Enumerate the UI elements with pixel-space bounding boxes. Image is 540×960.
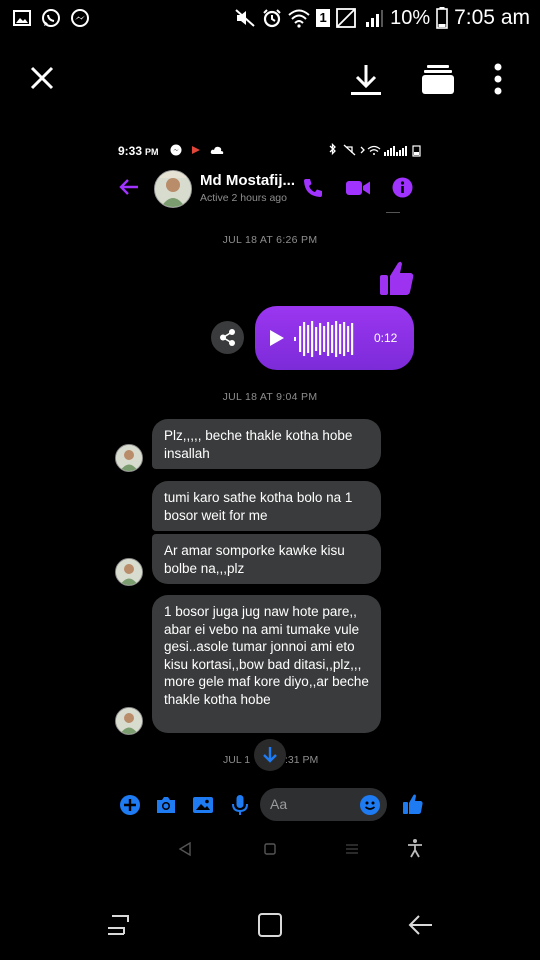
notification-icons [12, 8, 90, 28]
message-bubble[interactable]: Ar amar somporke kawke kisu bolbe na,,,p… [152, 534, 381, 584]
date-separator: JUL 18 AT 9:04 PM [222, 391, 318, 403]
status-right: 1 10% 7:05 am [234, 6, 530, 30]
cloud-icon [210, 146, 224, 154]
whatsapp-icon [42, 9, 60, 27]
contact-avatar[interactable] [154, 170, 192, 208]
arrow-down-icon [263, 747, 277, 763]
close-icon[interactable] [28, 64, 56, 92]
plus-icon[interactable] [119, 794, 141, 816]
camera-icon[interactable] [155, 794, 177, 816]
recent-apps-icon[interactable] [104, 911, 132, 939]
audio-waveform [294, 321, 354, 357]
sender-avatar [115, 444, 143, 472]
inner-back-icon [178, 841, 191, 857]
thumbs-up-icon[interactable] [402, 793, 424, 815]
message-bubble[interactable]: 1 bosor juga jug naw hote pare,, abar ei… [152, 595, 381, 733]
inner-menu-icon [346, 844, 358, 854]
emoji-icon[interactable] [360, 795, 380, 815]
share-icon [220, 329, 235, 346]
header-divider [386, 212, 400, 213]
back-arrow-icon[interactable] [118, 178, 140, 196]
phone-icon[interactable] [302, 177, 324, 199]
microphone-icon[interactable] [229, 794, 251, 816]
inner-status-bar: 9:33 PM [118, 140, 428, 162]
back-icon[interactable] [406, 911, 434, 939]
battery-percent: 10% [390, 6, 431, 29]
mute-icon [235, 9, 255, 27]
sender-avatar [115, 558, 143, 586]
thumbs-up-icon [380, 261, 414, 295]
messenger-icon [170, 144, 182, 156]
date-separator-right: :31 PM [285, 754, 319, 766]
system-navigation-bar [0, 890, 540, 960]
date-separator-left: JUL 1 [223, 754, 251, 766]
gallery-icon [13, 10, 31, 26]
message-bubble[interactable]: tumi karo sathe kotha bolo na 1 bosor we… [152, 481, 381, 531]
notif-count-badge: 1 [316, 9, 331, 27]
message-bubble[interactable]: Plz,,,,, beche thakle kotha hobe insalla… [152, 419, 381, 469]
clock: 7:05 am [454, 6, 530, 29]
battery-icon [436, 7, 448, 29]
voice-duration: 0:12 [374, 331, 398, 345]
app-notification-icon [192, 146, 200, 154]
accessibility-icon [408, 839, 422, 858]
inner-home-icon [264, 843, 276, 855]
video-call-icon[interactable] [345, 178, 371, 198]
messenger-icon [71, 9, 89, 27]
download-icon[interactable] [350, 63, 382, 97]
more-vertical-icon[interactable] [488, 62, 508, 96]
scroll-to-bottom-button[interactable] [254, 739, 286, 771]
contact-name[interactable]: Md Mostafij... [200, 172, 295, 189]
share-button[interactable] [211, 321, 244, 354]
message-input-placeholder: Aa [270, 796, 288, 812]
sender-avatar [115, 707, 143, 735]
stack-icon[interactable] [421, 63, 455, 95]
home-icon[interactable] [256, 911, 284, 939]
inner-status-icons [329, 143, 421, 157]
info-icon[interactable] [392, 177, 413, 198]
signal-icon [366, 10, 384, 27]
contact-status: Active 2 hours ago [200, 192, 287, 204]
play-icon[interactable] [270, 330, 284, 346]
status-bar: 1 10% 7:05 am [0, 0, 540, 38]
wifi-icon [288, 9, 310, 28]
no-signal-icon [336, 8, 356, 28]
date-separator: JUL 18 AT 6:26 PM [222, 234, 318, 246]
alarm-icon [263, 9, 281, 28]
inner-time: 9:33 PM [118, 144, 159, 158]
gallery-icon[interactable] [192, 794, 214, 816]
